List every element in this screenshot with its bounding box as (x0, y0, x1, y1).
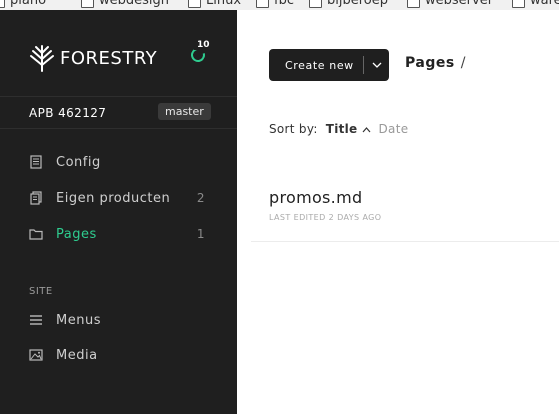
folder-icon (29, 229, 43, 240)
sort-by-title[interactable]: Title (326, 122, 358, 136)
chevron-down-icon[interactable] (364, 60, 389, 71)
document-meta: LAST EDITED 2 DAYS AGO (269, 213, 382, 222)
sidebar-item-pages[interactable]: Pages 1 (29, 224, 209, 244)
bookmark-piano[interactable]: piano (0, 0, 46, 8)
item-count: 1 (196, 227, 205, 241)
sidebar-item-label: Menus (56, 312, 101, 328)
sidebar-item-label: Media (56, 347, 98, 363)
sort-by-date[interactable]: Date (379, 122, 409, 136)
bookmark-fbc[interactable]: fbc (256, 0, 294, 8)
folder-icon (0, 0, 5, 8)
breadcrumb-separator: / (460, 55, 466, 71)
sidebar-item-label: Pages (56, 226, 97, 242)
logo-text: FORESTRY (60, 47, 158, 69)
documents-icon (30, 191, 42, 205)
sidebar: FORESTRY 10 APB 462127 master Config Eig… (0, 10, 237, 414)
breadcrumb: Pages / (405, 55, 466, 71)
sidebar-item-config[interactable]: Config (29, 152, 209, 172)
sort-label: Sort by: (269, 122, 318, 136)
bookmark-webdesign[interactable]: webdesign (81, 0, 169, 8)
sort-bar: Sort by: Title Date (269, 122, 408, 136)
branch-badge[interactable]: master (158, 103, 211, 120)
bookmark-linux[interactable]: Linux (188, 0, 241, 8)
site-name: APB 462127 (29, 106, 107, 120)
sync-count-badge: 10 (194, 40, 213, 50)
folder-icon (81, 0, 94, 8)
sidebar-item-eigen-producten[interactable]: Eigen producten 2 (29, 188, 209, 208)
folder-icon (512, 0, 525, 8)
create-new-label: Create new (285, 58, 354, 72)
chevron-up-icon (362, 123, 371, 136)
tree-logo-icon (30, 45, 54, 72)
image-icon (29, 349, 43, 361)
item-count: 2 (196, 191, 205, 205)
menu-icon (30, 315, 42, 325)
site-section-label: SITE (29, 286, 53, 297)
main-content: Create new Pages / Sort by: Title Date pr… (237, 10, 559, 414)
bookmarks-bar: piano webdesign Linux fbc bijberoep webs… (0, 0, 559, 10)
document-row[interactable]: promos.md LAST EDITED 2 DAYS AGO (251, 170, 559, 242)
bookmark-webserver[interactable]: webserver (407, 0, 493, 8)
sidebar-item-media[interactable]: Media (29, 345, 209, 365)
forestry-logo[interactable]: FORESTRY (29, 44, 157, 72)
create-new-button[interactable]: Create new (269, 49, 389, 81)
sidebar-item-label: Config (56, 154, 101, 170)
folder-icon (188, 0, 201, 8)
folder-icon (407, 0, 420, 8)
bookmark-ware[interactable]: ware (512, 0, 559, 8)
document-title[interactable]: promos.md (269, 188, 362, 207)
document-icon (30, 155, 42, 169)
site-selector[interactable]: APB 462127 master (0, 96, 237, 129)
bookmark-bijberoep[interactable]: bijberoep (309, 0, 388, 8)
breadcrumb-pages[interactable]: Pages (405, 55, 455, 71)
folder-icon (256, 0, 269, 8)
sidebar-item-label: Eigen producten (56, 190, 171, 206)
folder-icon (309, 0, 322, 8)
sidebar-item-menus[interactable]: Menus (29, 310, 209, 330)
